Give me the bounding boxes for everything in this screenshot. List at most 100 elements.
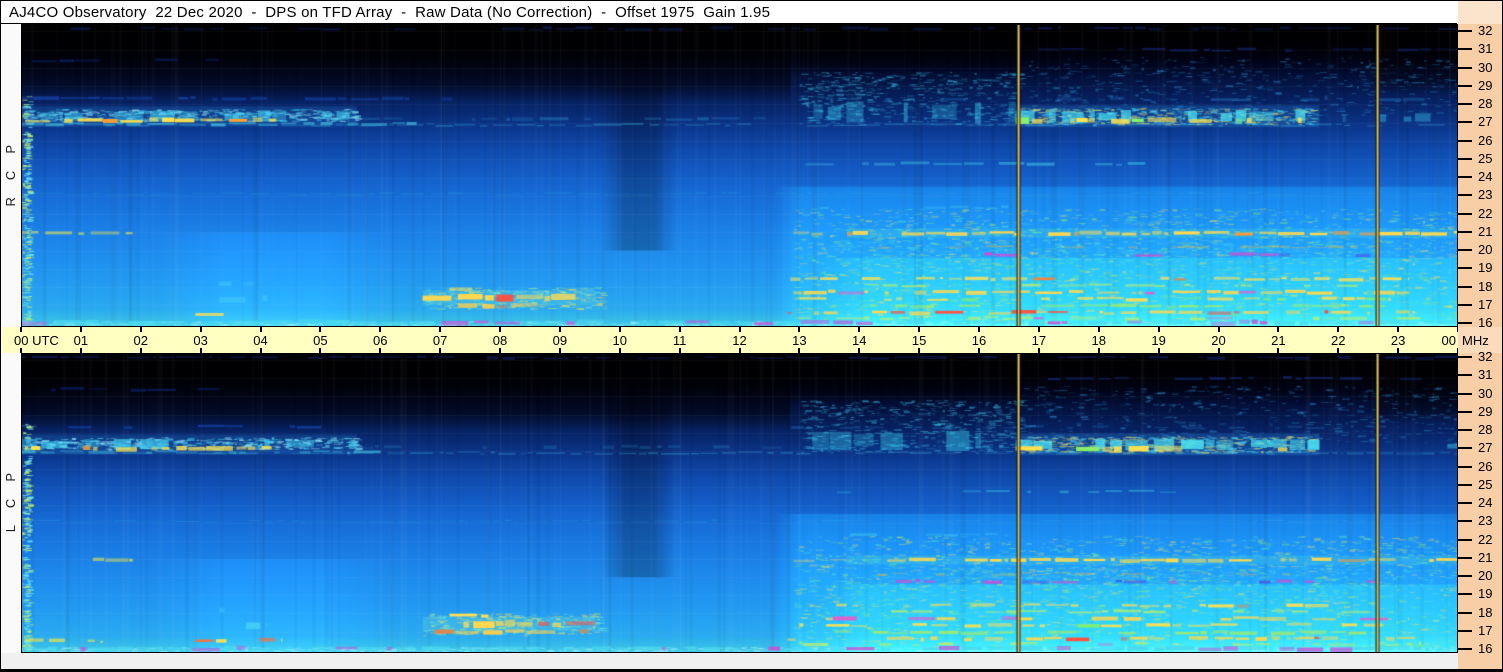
freq-label: 24 bbox=[1478, 495, 1493, 510]
time-tick bbox=[978, 327, 980, 332]
time-tick bbox=[798, 327, 801, 332]
freq-tick bbox=[1458, 356, 1472, 358]
freq-label: 16 bbox=[1478, 641, 1493, 656]
time-tick bbox=[858, 327, 861, 332]
time-label: 20 bbox=[1211, 333, 1226, 348]
lcp-spectrogram-panel bbox=[21, 353, 1458, 653]
frequency-axis: MHz 32 31 30 29 28 27 26 25 24 23 22 21 20 19 18 17 16 32… bbox=[1458, 1, 1502, 669]
freq-label: 27 bbox=[1478, 114, 1493, 130]
time-label: 10 bbox=[612, 333, 627, 348]
time-tick bbox=[558, 327, 561, 332]
freq-tick bbox=[1458, 303, 1472, 306]
time-tick bbox=[259, 327, 262, 332]
freq-tick bbox=[1458, 139, 1472, 142]
frequency-axis-top-cap bbox=[1458, 1, 1502, 24]
freq-label: 20 bbox=[1478, 242, 1493, 257]
freq-label: 32 bbox=[1478, 349, 1493, 364]
freq-tick bbox=[1458, 648, 1472, 650]
time-label: 17 bbox=[1031, 333, 1047, 348]
freq-label: 26 bbox=[1478, 132, 1493, 148]
freq-tick bbox=[1458, 465, 1472, 468]
freq-label: 18 bbox=[1478, 278, 1493, 294]
freq-tick bbox=[1458, 629, 1472, 632]
time-label: 13 bbox=[792, 333, 807, 348]
freq-tick bbox=[1458, 410, 1472, 413]
freq-label: 29 bbox=[1478, 403, 1493, 419]
time-tick bbox=[738, 327, 741, 332]
freq-tick bbox=[1458, 48, 1472, 51]
time-tick bbox=[439, 327, 442, 332]
freq-label: 27 bbox=[1478, 440, 1493, 456]
time-label: 06 bbox=[373, 333, 388, 348]
time-label: 18 bbox=[1091, 333, 1106, 348]
freq-label: 29 bbox=[1478, 77, 1493, 93]
freq-tick bbox=[1458, 285, 1472, 288]
time-tick bbox=[1037, 327, 1040, 332]
time-label: 05 bbox=[313, 333, 328, 348]
time-label: 00 UTC bbox=[14, 333, 59, 348]
time-label: 16 bbox=[971, 333, 987, 348]
freq-tick bbox=[1458, 322, 1472, 324]
freq-label: 20 bbox=[1478, 568, 1493, 583]
rcp-spectrogram-canvas bbox=[22, 25, 1457, 326]
freq-label: 17 bbox=[1478, 622, 1493, 638]
freq-tick bbox=[1458, 194, 1472, 197]
rcp-spectrogram-panel bbox=[21, 24, 1458, 327]
time-label: 15 bbox=[911, 333, 927, 348]
freq-label: 19 bbox=[1478, 586, 1493, 602]
page-title: AJ4CO Observatory 22 Dec 2020 - DPS on T… bbox=[9, 3, 771, 21]
freq-tick bbox=[1458, 66, 1472, 69]
time-label: 22 bbox=[1331, 333, 1346, 348]
freq-tick bbox=[1458, 593, 1472, 596]
freq-tick bbox=[1458, 575, 1472, 577]
lcp-label-strip: LCP bbox=[1, 353, 21, 653]
lcp-polarization-label: LCP bbox=[3, 456, 18, 533]
freq-label: 22 bbox=[1478, 205, 1493, 221]
time-tick bbox=[1277, 327, 1280, 332]
time-label: 11 bbox=[672, 333, 687, 348]
time-tick bbox=[678, 327, 681, 332]
time-label: 03 bbox=[193, 333, 208, 348]
freq-label: 28 bbox=[1478, 422, 1493, 437]
freq-tick bbox=[1458, 502, 1472, 504]
freq-tick bbox=[1458, 447, 1472, 450]
time-axis: 00 UTC 01 02 03 04 05 06 07 08 09 10 11 12 13 14 15 16 17… bbox=[1, 327, 1459, 353]
freq-label: 25 bbox=[1478, 476, 1493, 492]
dps-window: AJ4CO Observatory 22 Dec 2020 - DPS on T… bbox=[0, 0, 1503, 672]
time-tick bbox=[618, 327, 621, 332]
freq-label: 17 bbox=[1478, 296, 1493, 312]
time-tick bbox=[918, 327, 921, 332]
time-label: 19 bbox=[1151, 333, 1166, 348]
time-label: 21 bbox=[1271, 333, 1286, 348]
freq-label: 30 bbox=[1478, 59, 1493, 75]
freq-label: 23 bbox=[1478, 513, 1493, 529]
freq-tick bbox=[1458, 392, 1472, 395]
time-tick bbox=[499, 327, 501, 332]
time-tick bbox=[20, 327, 22, 332]
freq-tick bbox=[1458, 30, 1472, 32]
time-label: 23 bbox=[1390, 333, 1406, 348]
time-tick bbox=[379, 327, 382, 332]
freq-tick bbox=[1458, 84, 1472, 87]
freq-label: 22 bbox=[1478, 531, 1493, 547]
time-tick bbox=[1097, 327, 1100, 332]
title-bar: AJ4CO Observatory 22 Dec 2020 - DPS on T… bbox=[1, 1, 1457, 24]
freq-label: 16 bbox=[1478, 315, 1493, 330]
freq-tick bbox=[1458, 520, 1472, 523]
freq-label: 24 bbox=[1478, 169, 1493, 184]
time-label: 12 bbox=[732, 333, 747, 348]
freq-label: 25 bbox=[1478, 150, 1493, 166]
freq-label: 18 bbox=[1478, 604, 1493, 620]
rcp-label-strip: RCP bbox=[1, 24, 21, 327]
time-tick bbox=[1397, 327, 1400, 332]
freq-label: 19 bbox=[1478, 260, 1493, 276]
freq-label: 21 bbox=[1478, 223, 1493, 239]
time-tick bbox=[139, 327, 142, 332]
freq-label: 28 bbox=[1478, 96, 1493, 111]
freq-tick bbox=[1458, 483, 1472, 486]
time-tick bbox=[1217, 327, 1220, 332]
mhz-unit-label: MHz bbox=[1462, 333, 1489, 348]
freq-tick bbox=[1458, 157, 1472, 160]
time-label: 04 bbox=[253, 333, 268, 348]
time-label: 01 bbox=[73, 333, 89, 348]
